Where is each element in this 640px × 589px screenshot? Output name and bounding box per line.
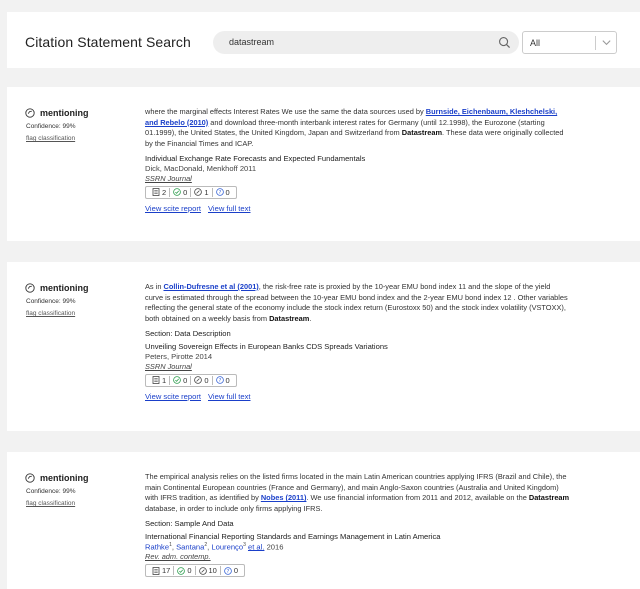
search-input[interactable]: datastream bbox=[213, 31, 519, 54]
document-icon bbox=[152, 376, 160, 385]
classification-label: mentioning bbox=[40, 108, 89, 118]
view-full-text-link[interactable]: View full text bbox=[208, 392, 251, 401]
highlighted-term: Datastream bbox=[528, 493, 570, 503]
paper-authors: Dick, MacDonald, Menkhoff 2011 bbox=[145, 163, 257, 173]
cited-paper-link[interactable]: Collin-Dufresne et al (2001) bbox=[163, 282, 258, 291]
card-links: View scite report View full text bbox=[145, 392, 570, 401]
classification-panel: mentioning Confidence: 99% flag classifi… bbox=[25, 473, 89, 507]
et-al-link[interactable]: et al. bbox=[248, 542, 264, 551]
classification-panel: mentioning Confidence: 99% flag classifi… bbox=[25, 108, 89, 142]
flag-classification-link[interactable]: flag classification bbox=[26, 135, 89, 142]
card-links: View scite report View full text bbox=[145, 204, 570, 213]
header: Citation Statement Search datastream All bbox=[7, 12, 640, 68]
view-scite-report-link[interactable]: View scite report bbox=[145, 204, 201, 213]
search-input-value: datastream bbox=[229, 37, 275, 47]
supporting-count[interactable]: 0 bbox=[170, 188, 190, 197]
search-icon[interactable] bbox=[498, 36, 511, 49]
filter-select[interactable]: All bbox=[522, 31, 617, 54]
chevron-down-icon[interactable] bbox=[601, 37, 612, 48]
citation-card: mentioning Confidence: 99% flag classifi… bbox=[7, 262, 640, 431]
view-scite-report-link[interactable]: View scite report bbox=[145, 392, 201, 401]
journal-link[interactable]: SSRN Journal bbox=[145, 174, 570, 183]
check-circle-icon bbox=[25, 473, 35, 483]
citation-card: mentioning Confidence: 99% flag classifi… bbox=[7, 452, 640, 589]
paper-title: Individual Exchange Rate Forecasts and E… bbox=[145, 153, 366, 163]
supporting-count[interactable]: 0 bbox=[170, 376, 190, 385]
document-icon bbox=[152, 188, 160, 197]
filter-select-value: All bbox=[530, 38, 541, 48]
citing-count[interactable]: 2 bbox=[149, 188, 169, 197]
svg-text:?: ? bbox=[218, 190, 221, 196]
journal-link[interactable]: Rev. adm. contemp. bbox=[145, 552, 570, 561]
mentioning-count[interactable]: 1 bbox=[191, 188, 211, 197]
journal-link[interactable]: SSRN Journal bbox=[145, 362, 570, 371]
citation-body: where the marginal effects Interest Rate… bbox=[145, 107, 570, 213]
classification-panel: mentioning Confidence: 99% flag classifi… bbox=[25, 283, 89, 317]
document-icon bbox=[152, 566, 160, 575]
citation-body: As in Collin-Dufresne et al (2001), the … bbox=[145, 282, 570, 401]
mentioning-icon bbox=[194, 376, 203, 385]
mentioning-count[interactable]: 0 bbox=[191, 376, 211, 385]
contrasting-icon: ? bbox=[215, 188, 224, 196]
paper-title: International Financial Reporting Standa… bbox=[145, 531, 441, 541]
cited-paper-link[interactable]: Nobes (2011) bbox=[261, 493, 307, 502]
author-link[interactable]: Rathke bbox=[145, 542, 169, 551]
classification-label: mentioning bbox=[40, 283, 89, 293]
paper-authors: Rathke1, Santana2, Lourenço3 et al. 2016 bbox=[145, 541, 284, 552]
supporting-icon bbox=[173, 188, 181, 197]
contrasting-count[interactable]: ? 0 bbox=[213, 376, 233, 385]
check-circle-icon bbox=[25, 108, 35, 118]
citation-snippet: where the marginal effects Interest Rate… bbox=[145, 107, 564, 149]
flag-classification-link[interactable]: flag classification bbox=[26, 500, 89, 507]
supporting-icon bbox=[177, 567, 186, 575]
mentioning-count[interactable]: 10 bbox=[196, 566, 220, 575]
page-title: Citation Statement Search bbox=[25, 34, 191, 50]
select-divider bbox=[595, 36, 596, 50]
section-label: Section: Data Description bbox=[145, 328, 231, 338]
confidence-text: Confidence: 99% bbox=[26, 488, 76, 495]
tally-badges: 17 0 10 ? 0 bbox=[145, 564, 246, 578]
mentioning-icon bbox=[198, 567, 207, 575]
highlighted-term: Datastream bbox=[269, 314, 310, 324]
citing-count[interactable]: 17 bbox=[149, 566, 173, 575]
contrasting-icon: ? bbox=[224, 567, 232, 575]
tally-badges: 2 0 1 ? 0 bbox=[145, 185, 237, 199]
paper-title: Unveiling Sovereign Effects in European … bbox=[145, 341, 388, 351]
section-label: Section: Sample And Data bbox=[145, 518, 234, 528]
supporting-count[interactable]: 0 bbox=[174, 566, 194, 575]
paper-authors: Peters, Pirotte 2014 bbox=[145, 351, 213, 361]
flag-classification-link[interactable]: flag classification bbox=[26, 310, 89, 317]
contrasting-icon: ? bbox=[215, 376, 224, 385]
confidence-text: Confidence: 99% bbox=[26, 123, 76, 130]
highlighted-term: Datastream bbox=[401, 128, 443, 138]
tally-badges: 1 0 0 ? 0 bbox=[145, 373, 237, 387]
svg-text:?: ? bbox=[227, 569, 230, 575]
citation-card: mentioning Confidence: 99% flag classifi… bbox=[7, 87, 640, 241]
check-circle-icon bbox=[25, 283, 35, 293]
svg-text:?: ? bbox=[218, 378, 221, 384]
contrasting-count[interactable]: ? 0 bbox=[221, 566, 241, 575]
author-link[interactable]: Santana bbox=[176, 542, 204, 551]
supporting-icon bbox=[173, 376, 181, 385]
view-full-text-link[interactable]: View full text bbox=[208, 204, 251, 213]
classification-label: mentioning bbox=[40, 473, 89, 483]
citation-snippet: As in Collin-Dufresne et al (2001), the … bbox=[145, 282, 568, 324]
confidence-text: Confidence: 99% bbox=[26, 298, 76, 305]
mentioning-icon bbox=[194, 188, 203, 197]
citation-snippet: The empirical analysis relies on the lis… bbox=[145, 472, 570, 514]
author-link[interactable]: Lourenço bbox=[211, 542, 243, 551]
contrasting-count[interactable]: ? 0 bbox=[213, 188, 233, 197]
citation-body: The empirical analysis relies on the lis… bbox=[145, 472, 570, 578]
citing-count[interactable]: 1 bbox=[149, 376, 169, 385]
